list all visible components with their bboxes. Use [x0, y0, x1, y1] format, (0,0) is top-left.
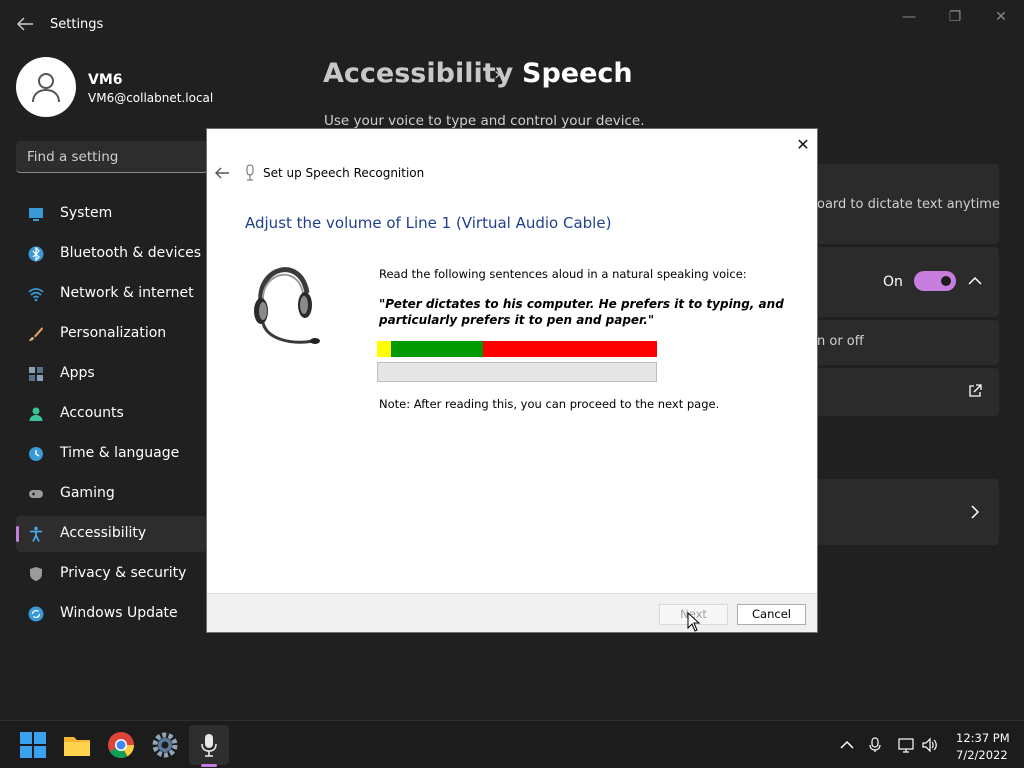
mouse-cursor-icon	[687, 612, 701, 632]
sidebar-item-label: Accounts	[60, 405, 124, 421]
volume-tray-icon[interactable]	[922, 737, 938, 753]
globe-clock-icon	[29, 447, 43, 461]
user-name: VM6	[88, 72, 123, 88]
sidebar-item-label: System	[60, 205, 113, 221]
sidebar-item-label: Network & internet	[60, 285, 194, 301]
dialog-back-icon[interactable]	[214, 166, 230, 180]
sidebar-item-label: Personalization	[60, 325, 167, 341]
user-email: VM6@collabnet.local	[88, 91, 214, 105]
dialog-footer: Next Cancel	[207, 593, 817, 632]
toggle-knob	[941, 276, 951, 286]
network-tray-icon[interactable]	[898, 737, 914, 753]
page-title: Speech	[522, 58, 633, 89]
update-icon	[28, 606, 44, 622]
search-placeholder: Find a setting	[27, 149, 119, 165]
brush-icon	[29, 327, 43, 341]
sidebar-item-time-language[interactable]: Time & language	[16, 436, 206, 472]
sidebar-item-label: Gaming	[60, 485, 115, 501]
cancel-button[interactable]: Cancel	[737, 604, 806, 625]
breadcrumb-separator: ›	[494, 64, 502, 85]
active-indicator	[16, 526, 19, 542]
dialog-heading: Adjust the volume of Line 1 (Virtual Aud…	[245, 214, 612, 232]
back-arrow-icon[interactable]	[16, 16, 34, 32]
onoff-card-text: n or off	[817, 334, 864, 349]
sidebar-item-accessibility[interactable]: Accessibility	[16, 516, 206, 552]
meter-segment	[483, 341, 657, 357]
taskbar: 12:37 PM 7/2/2022	[0, 720, 1024, 768]
monitor-icon	[29, 208, 43, 221]
person-icon	[29, 407, 43, 421]
page-description: Use your voice to type and control your …	[324, 113, 645, 129]
app-title: Settings	[50, 17, 104, 32]
sidebar-item-windows-update[interactable]: Windows Update	[16, 596, 206, 632]
start-icon[interactable]	[19, 731, 47, 759]
chevron-up-tray-icon[interactable]	[839, 737, 855, 753]
sidebar-item-system[interactable]: System	[16, 196, 206, 232]
sidebar-item-privacy-security[interactable]: Privacy & security	[16, 556, 206, 592]
external-link-icon	[969, 384, 982, 397]
clock-date[interactable]: 7/2/2022	[956, 748, 1008, 762]
volume-range-meter	[377, 341, 657, 357]
active-app-indicator	[201, 764, 217, 767]
headset-icon	[254, 267, 320, 344]
apps-icon	[29, 367, 43, 381]
sidebar-item-label: Windows Update	[60, 605, 178, 621]
dictation-card-text: oard to dictate text anytime	[817, 197, 1000, 212]
close-window-button[interactable]: ✕	[989, 8, 1013, 26]
microphone-tray-icon[interactable]	[867, 737, 883, 753]
sidebar-item-apps[interactable]: Apps	[16, 356, 206, 392]
speech-recognition-icon[interactable]	[195, 731, 223, 759]
chrome-icon[interactable]	[107, 731, 135, 759]
dialog-instruction: Read the following sentences aloud in a …	[379, 267, 747, 281]
sidebar-item-label: Bluetooth & devices	[60, 245, 202, 261]
person-icon	[32, 73, 60, 103]
toggle-state-label: On	[883, 274, 903, 290]
minimize-button[interactable]: —	[897, 8, 921, 26]
dialog-close-button[interactable]: ✕	[793, 135, 813, 155]
sidebar-item-label: Accessibility	[60, 525, 147, 541]
meter-segment	[391, 341, 484, 357]
voice-access-toggle[interactable]	[914, 271, 956, 291]
dialog-note: Note: After reading this, you can procee…	[379, 397, 720, 411]
sidebar-item-bluetooth-devices[interactable]: Bluetooth & devices	[16, 236, 206, 272]
volume-level-bar	[377, 362, 657, 382]
accessibility-icon	[30, 526, 42, 542]
search-input[interactable]: Find a setting	[16, 141, 208, 173]
speech-recognition-dialog: ✕ Set up Speech Recognition Adjust the v…	[206, 128, 818, 633]
sidebar-item-label: Privacy & security	[60, 565, 187, 581]
meter-segment	[377, 341, 391, 357]
bluetooth-icon	[28, 246, 44, 262]
chevron-right-icon	[971, 505, 980, 519]
dialog-nav-title: Set up Speech Recognition	[263, 166, 425, 180]
clock-time[interactable]: 12:37 PM	[956, 731, 1010, 745]
sidebar-item-label: Apps	[60, 365, 95, 381]
maximize-button[interactable]: ❐	[943, 8, 967, 26]
gamepad-icon	[29, 490, 43, 498]
sidebar-item-personalization[interactable]: Personalization	[16, 316, 206, 352]
settings-icon[interactable]	[151, 731, 179, 759]
chevron-up-icon[interactable]	[968, 276, 982, 286]
breadcrumb-parent[interactable]: Accessibility	[323, 58, 513, 89]
wifi-icon	[28, 288, 44, 302]
sidebar-item-network-internet[interactable]: Network & internet	[16, 276, 206, 312]
file-explorer-icon[interactable]	[63, 731, 91, 759]
sidebar-item-label: Time & language	[60, 445, 180, 461]
dialog-quote: "Peter dictates to his computer. He pref…	[379, 297, 784, 327]
sidebar-item-accounts[interactable]: Accounts	[16, 396, 206, 432]
sidebar-item-gaming[interactable]: Gaming	[16, 476, 206, 512]
microphone-icon	[246, 164, 254, 181]
title-bar: Settings — ❐ ✕	[0, 0, 1024, 48]
shield-icon	[30, 567, 42, 581]
avatar[interactable]	[16, 57, 76, 117]
